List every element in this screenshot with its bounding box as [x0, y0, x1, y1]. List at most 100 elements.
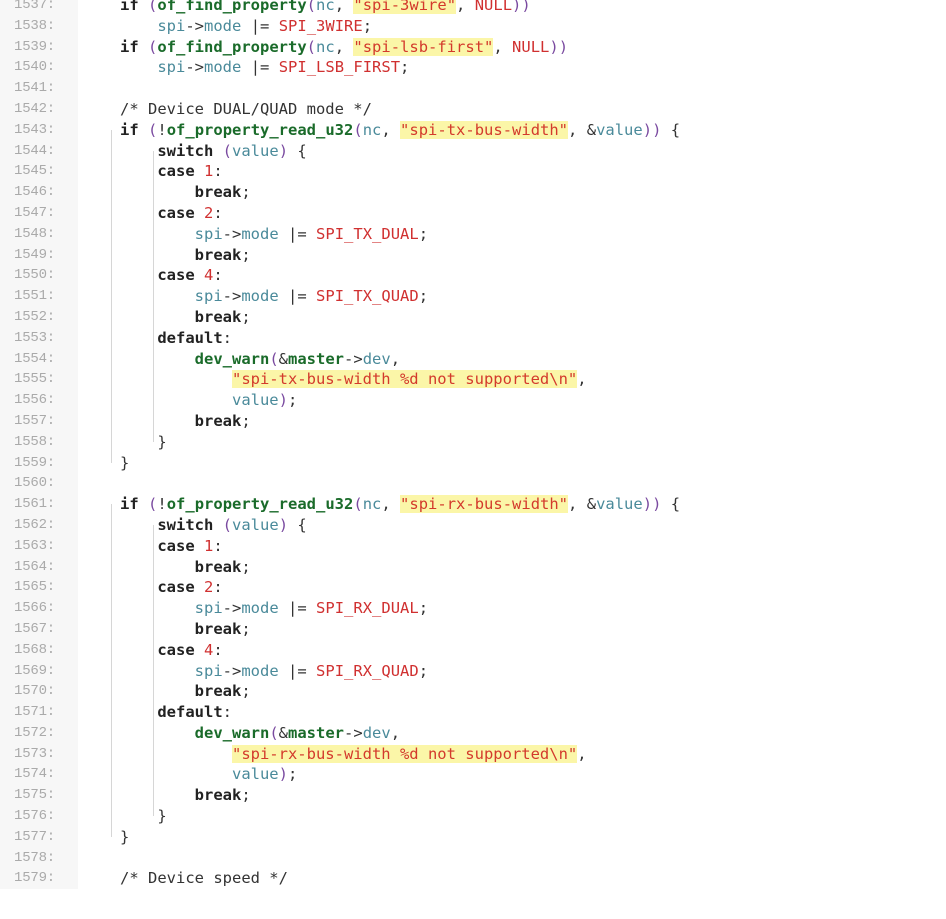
line-number: 1565: [14, 579, 56, 596]
line-number: 1567: [14, 620, 56, 637]
code-line: 1544: switch (value) { [0, 140, 946, 162]
code-line: 1573: "spi-rx-bus-width %d not supported… [0, 743, 946, 765]
code-text: case 2: [157, 203, 223, 222]
code-text: case 2: [157, 578, 223, 597]
line-number: 1541: [14, 80, 56, 97]
code-text: if (of_find_property(nc, "spi-3wire", NU… [120, 0, 531, 16]
line-number: 1556: [14, 392, 56, 409]
line-number: 1546: [14, 184, 56, 201]
line-gutter: 1568: [0, 639, 78, 661]
line-number: 1548: [14, 225, 56, 242]
code-text: /* Device DUAL/QUAD mode */ [120, 99, 372, 118]
line-number: 1574: [14, 766, 56, 783]
code-text: } [157, 432, 167, 451]
code-text: dev_warn(&master->dev, [194, 349, 401, 368]
line-gutter: 1562: [0, 514, 78, 536]
line-gutter: 1567: [0, 618, 78, 640]
code-text: break; [194, 682, 251, 701]
line-number: 1551: [14, 288, 56, 305]
code-text: spi->mode |= SPI_LSB_FIRST; [157, 58, 410, 77]
line-gutter: 1538: [0, 15, 78, 37]
line-gutter: 1561: [0, 494, 78, 515]
line-number: 1543: [14, 121, 56, 138]
code-text: case 4: [157, 266, 223, 285]
line-gutter: 1546: [0, 182, 78, 203]
line-number: 1560: [14, 475, 56, 492]
line-number: 1561: [14, 496, 56, 513]
indent-guide [153, 150, 154, 442]
code-text: switch (value) { [157, 515, 307, 534]
code-line: 1578: [0, 847, 946, 869]
line-gutter: 1576: [0, 806, 78, 827]
code-text: "spi-tx-bus-width %d not supported\n", [231, 370, 587, 389]
line-number: 1564: [14, 558, 56, 575]
line-gutter: 1537: [0, 0, 78, 16]
code-line: 1565: case 2: [0, 577, 946, 599]
code-line: 1571: default: [0, 702, 946, 723]
line-number: 1575: [14, 787, 56, 804]
line-number: 1570: [14, 683, 56, 700]
line-gutter: 1579: [0, 868, 78, 890]
code-line: 1560: [0, 473, 946, 495]
code-line: 1556: value); [0, 390, 946, 411]
line-number: 1563: [14, 537, 56, 554]
line-number: 1552: [14, 308, 56, 325]
line-gutter: 1560: [0, 473, 78, 495]
code-line: 1562: switch (value) { [0, 514, 946, 536]
code-line: 1561: if (!of_property_read_u32(nc, "spi-… [0, 494, 946, 515]
line-number: 1576: [14, 808, 56, 825]
code-text: if (!of_property_read_u32(nc, "spi-rx-bu… [120, 495, 681, 514]
line-number: 1579: [14, 870, 56, 887]
line-gutter: 1547: [0, 202, 78, 224]
code-text: break; [194, 245, 251, 264]
code-text: break; [194, 183, 251, 202]
code-text: default: [157, 703, 232, 722]
code-text: switch (value) { [157, 141, 307, 160]
line-gutter: 1556: [0, 390, 78, 411]
line-gutter: 1549: [0, 244, 78, 266]
code-line: 1557: break; [0, 410, 946, 432]
line-gutter: 1553: [0, 327, 78, 349]
code-line: 1576: } [0, 806, 946, 827]
line-number: 1554: [14, 350, 56, 367]
code-line: 1546: break; [0, 182, 946, 203]
line-gutter: 1563: [0, 535, 78, 557]
code-text: spi->mode |= SPI_RX_DUAL; [194, 599, 429, 618]
line-gutter: 1555: [0, 369, 78, 391]
line-number: 1544: [14, 142, 56, 159]
line-number: 1540: [14, 59, 56, 76]
code-text: spi->mode |= SPI_RX_QUAD; [194, 661, 429, 680]
line-gutter: 1558: [0, 431, 78, 453]
line-number: 1549: [14, 246, 56, 263]
code-text: case 1: [157, 162, 223, 181]
code-line: 1549: break; [0, 244, 946, 266]
code-line: 1539: if (of_find_property(nc, "spi-lsb-f… [0, 36, 946, 58]
line-gutter: 1548: [0, 223, 78, 245]
line-number: 1555: [14, 371, 56, 388]
code-line: 1537: if (of_find_property(nc, "spi-3wire… [0, 0, 946, 16]
line-gutter: 1575: [0, 785, 78, 807]
line-gutter: 1574: [0, 764, 78, 786]
indent-guide [111, 504, 112, 837]
line-number: 1562: [14, 516, 56, 533]
line-gutter: 1550: [0, 265, 78, 287]
code-line: 1569: spi->mode |= SPI_RX_QUAD; [0, 660, 946, 682]
line-gutter: 1578: [0, 847, 78, 869]
code-text: spi->mode |= SPI_TX_QUAD; [194, 287, 429, 306]
line-gutter: 1545: [0, 161, 78, 183]
code-text: } [120, 453, 130, 472]
line-number: 1538: [14, 17, 56, 34]
code-text: break; [194, 786, 251, 805]
line-gutter: 1557: [0, 410, 78, 432]
line-number: 1578: [14, 849, 56, 866]
line-gutter: 1539: [0, 36, 78, 58]
code-line: 1547: case 2: [0, 202, 946, 224]
code-line: 1577:} [0, 826, 946, 848]
indent-guide [111, 129, 112, 463]
code-view[interactable]: 1537: if (of_find_property(nc, "spi-3wire… [0, 0, 946, 890]
line-gutter: 1544: [0, 140, 78, 162]
code-line: 1542: /* Device DUAL/QUAD mode */ [0, 98, 946, 120]
line-number: 1577: [14, 828, 56, 845]
line-number: 1553: [14, 329, 56, 346]
code-line: 1579: /* Device speed */ [0, 868, 946, 890]
